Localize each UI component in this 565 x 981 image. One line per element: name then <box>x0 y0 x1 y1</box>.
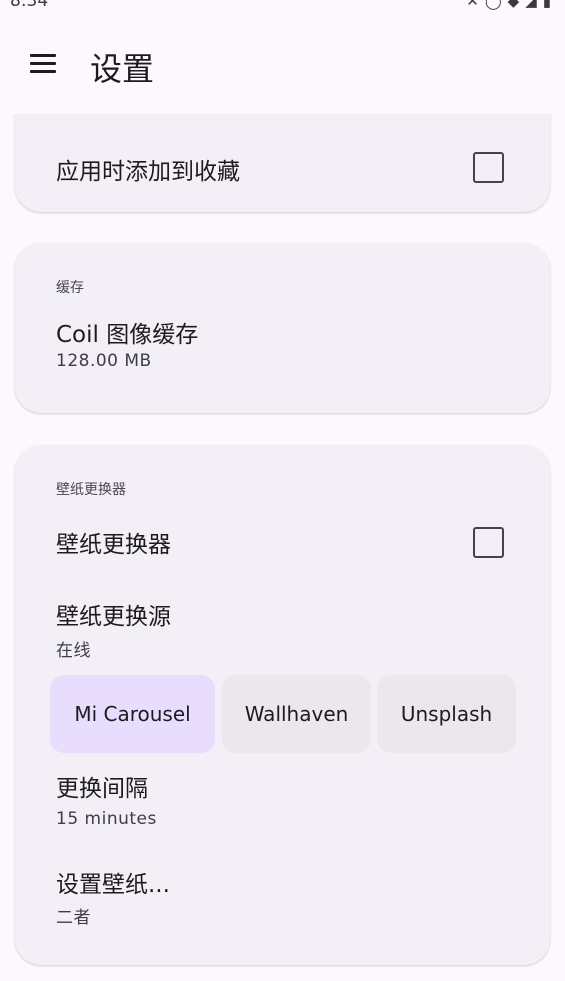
change-interval-label: 更换间隔 <box>56 776 148 802</box>
top-app-bar: 设置 <box>0 14 565 114</box>
battery-icon: ▮ <box>542 0 557 10</box>
coil-cache-row[interactable]: Coil 图像缓存 128.00 MB <box>15 305 550 385</box>
favorites-card: 应用时添加到收藏 <box>15 114 550 212</box>
wallpaper-source-row[interactable]: 壁纸更换源 在线 <box>15 585 550 665</box>
wallpaper-source-value: 在线 <box>56 641 91 661</box>
cache-card: 缓存 Coil 图像缓存 128.00 MB <box>15 243 550 413</box>
wallpaper-changer-label: 壁纸更换器 <box>56 532 171 558</box>
set-wallpaper-label: 设置壁纸... <box>56 872 170 898</box>
status-time: 8:34 <box>10 0 49 11</box>
wallpaper-section-title: 壁纸更换器 <box>56 482 126 498</box>
add-to-favorites-row[interactable]: 应用时添加到收藏 <box>15 132 550 208</box>
set-wallpaper-row[interactable]: 设置壁纸... 二者 <box>15 855 550 945</box>
set-wallpaper-value: 二者 <box>56 908 91 928</box>
coil-cache-size: 128.00 MB <box>56 351 152 371</box>
wallpaper-changer-row[interactable]: 壁纸更换器 <box>15 513 550 573</box>
data-saver-icon: ◯ <box>484 0 508 10</box>
status-bar: 8:34 ✕◯◆◢▮ <box>0 0 565 14</box>
signal-icon: ◢ <box>525 0 543 10</box>
add-to-favorites-checkbox[interactable] <box>473 152 504 183</box>
settings-list[interactable]: 应用时添加到收藏 缓存 Coil 图像缓存 128.00 MB 壁纸更换器 壁纸… <box>0 114 565 981</box>
menu-icon[interactable] <box>28 52 58 76</box>
source-chip-mi-carousel[interactable]: Mi Carousel <box>50 675 215 753</box>
wifi-icon: ◆ <box>507 0 526 10</box>
page-title: 设置 <box>90 50 155 88</box>
cache-section-title: 缓存 <box>56 280 84 296</box>
bottom-edge <box>0 972 565 981</box>
alarm-off-icon: ✕ <box>466 0 485 10</box>
add-to-favorites-label: 应用时添加到收藏 <box>56 159 240 185</box>
change-interval-value: 15 minutes <box>56 809 157 829</box>
status-icons: ✕◯◆◢▮ <box>466 0 557 10</box>
wallpaper-changer-checkbox[interactable] <box>473 527 504 558</box>
source-chip-wallhaven[interactable]: Wallhaven <box>222 675 371 753</box>
change-interval-row[interactable]: 更换间隔 15 minutes <box>15 765 550 845</box>
wallpaper-source-label: 壁纸更换源 <box>56 604 171 630</box>
source-chip-unsplash[interactable]: Unsplash <box>377 675 516 753</box>
wallpaper-changer-card: 壁纸更换器 壁纸更换器 壁纸更换源 在线 Mi Carousel Wallhav… <box>15 445 550 965</box>
coil-cache-label: Coil 图像缓存 <box>56 322 199 348</box>
